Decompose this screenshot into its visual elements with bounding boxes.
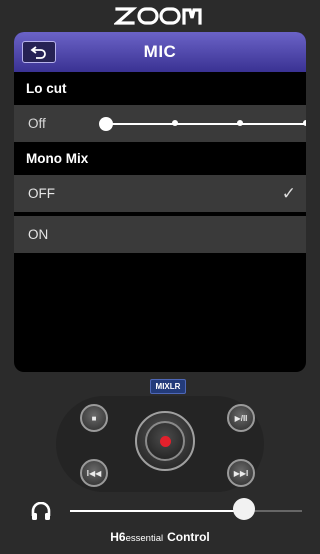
device-screen: MIC Lo cut Off Mono Mix OFF ✓ ON — [14, 32, 306, 372]
mono-mix-header: Mono Mix — [14, 142, 306, 175]
lo-cut-value: Off — [28, 116, 46, 131]
play-pause-button[interactable]: ▶/II — [227, 404, 255, 432]
stop-icon: ■ — [91, 413, 97, 423]
record-icon — [159, 435, 171, 447]
headphone-icon — [31, 502, 51, 520]
model-subtitle: essential — [125, 533, 164, 544]
record-button-inner — [145, 421, 185, 461]
mono-mix-option-off[interactable]: OFF ✓ — [14, 175, 306, 212]
previous-icon: I◀◀ — [86, 468, 102, 478]
option-label: OFF — [28, 186, 55, 201]
model-name: H6 — [110, 530, 126, 544]
zoom-logo-icon — [114, 7, 202, 25]
app-footer: H6 essential Control — [0, 530, 320, 548]
mono-mix-option-on[interactable]: ON — [14, 212, 306, 253]
back-button[interactable] — [22, 41, 56, 63]
lo-cut-slider-step[interactable] — [303, 120, 306, 126]
mixlr-badge[interactable]: MIXLR — [150, 379, 186, 394]
zoom-logo — [0, 0, 320, 32]
previous-button[interactable]: I◀◀ — [80, 459, 108, 487]
lo-cut-header: Lo cut — [14, 72, 306, 105]
volume-slider-knob[interactable] — [233, 498, 255, 520]
lo-cut-row[interactable]: Off — [14, 105, 306, 142]
back-arrow-icon — [30, 46, 46, 59]
play-pause-icon: ▶/II — [234, 413, 248, 423]
page-title: MIC — [143, 42, 177, 61]
lo-cut-slider-step[interactable] — [172, 120, 178, 126]
lo-cut-slider-track[interactable] — [105, 123, 306, 125]
next-icon: ▶▶I — [233, 468, 249, 478]
app-name: Control — [167, 530, 210, 544]
checkmark-icon: ✓ — [281, 183, 296, 203]
stop-button[interactable]: ■ — [80, 404, 108, 432]
record-button[interactable] — [135, 411, 195, 471]
title-bar: MIC — [14, 32, 306, 72]
lo-cut-slider-step[interactable] — [237, 120, 243, 126]
lo-cut-slider-knob[interactable] — [99, 117, 113, 131]
next-button[interactable]: ▶▶I — [227, 459, 255, 487]
option-label: ON — [28, 227, 49, 242]
volume-slider-fill — [70, 510, 244, 512]
